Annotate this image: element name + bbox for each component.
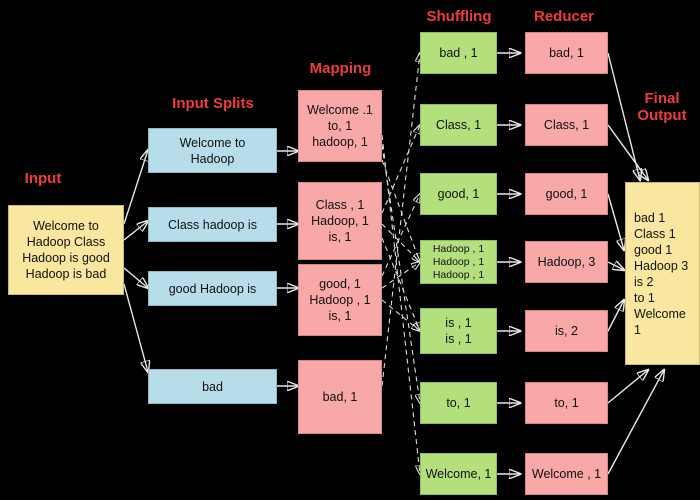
input-split-1: Welcome to Hadoop <box>148 128 277 173</box>
shuffling-box-hadoop: Hadoop , 1 Hadoop , 1 Hadoop , 1 <box>420 240 497 284</box>
reducer-box-hadoop: Hadoop, 3 <box>525 241 608 283</box>
shuffling-box-good: good, 1 <box>420 173 497 215</box>
mapping-box-2: Class , 1 Hadoop, 1 is, 1 <box>298 182 382 260</box>
mapping-box-3: good, 1 Hadoop , 1 is, 1 <box>298 264 382 336</box>
stage-label-mapping: Mapping <box>309 60 372 77</box>
mapping-box-1: Welcome .1 to, 1 hadoop, 1 <box>298 90 382 162</box>
shuffling-box-bad: bad , 1 <box>420 32 497 74</box>
reducer-box-bad: bad, 1 <box>525 32 608 74</box>
final-output-box: bad 1 Class 1 good 1 Hadoop 3 is 2 to 1 … <box>625 182 700 365</box>
stage-label-shuffling: Shuffling <box>426 8 492 25</box>
reducer-box-welcome: Welcome , 1 <box>525 453 608 495</box>
stage-label-reducer: Reducer <box>533 8 595 25</box>
shuffling-box-is: is , 1 is , 1 <box>420 308 497 354</box>
reducer-box-to: to, 1 <box>525 382 608 424</box>
stage-label-input-splits: Input Splits <box>172 95 254 112</box>
shuffling-box-to: to, 1 <box>420 382 497 424</box>
reducer-box-class: Class, 1 <box>525 104 608 146</box>
input-split-3: good Hadoop is <box>148 271 277 306</box>
mapping-box-4: bad, 1 <box>298 360 382 434</box>
reducer-box-is: is, 2 <box>525 310 608 352</box>
mapreduce-diagram: Input Input Splits Mapping Shuffling Red… <box>0 0 700 500</box>
input-split-4: bad <box>148 369 277 404</box>
input-box: Welcome to Hadoop Class Hadoop is good H… <box>8 205 124 295</box>
shuffling-box-welcome: Welcome, 1 <box>420 453 497 495</box>
stage-label-final-output: Final Output <box>637 90 687 124</box>
reducer-box-good: good, 1 <box>525 173 608 215</box>
input-split-2: Class hadoop is <box>148 207 277 242</box>
shuffling-box-class: Class, 1 <box>420 104 497 146</box>
stage-label-input: Input <box>24 170 62 187</box>
